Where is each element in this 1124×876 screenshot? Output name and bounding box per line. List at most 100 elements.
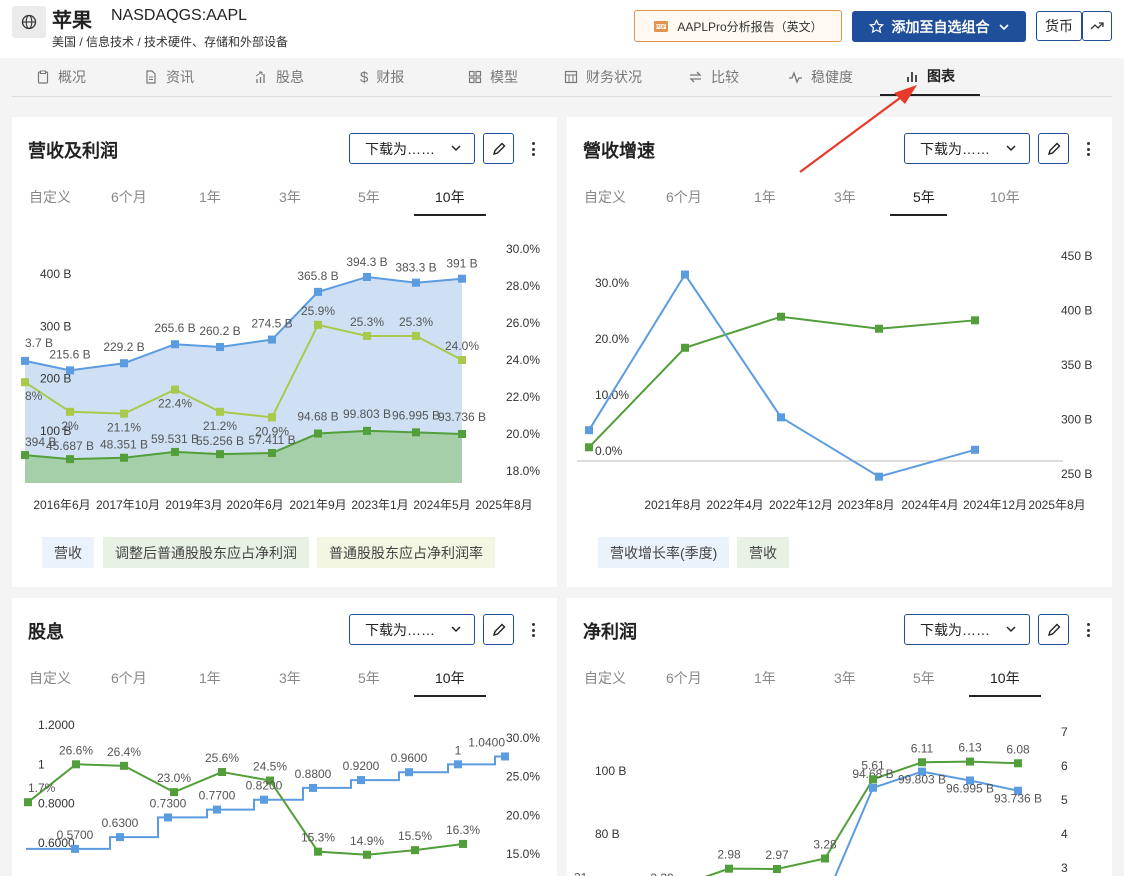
chevron-down-icon	[451, 626, 461, 633]
more-options-icon[interactable]	[527, 139, 539, 159]
report-icon: PDF	[654, 21, 669, 32]
net-income-data-label: 93.736 B	[438, 410, 486, 424]
edit-pencil-icon[interactable]	[1038, 133, 1069, 164]
legend-revenue-growth[interactable]: 营收增长率(季度)	[598, 537, 730, 568]
net-margin-data-label: 25.3%	[399, 315, 433, 329]
eps-point	[725, 864, 733, 873]
payout-ratio-data-label: 26.4%	[107, 745, 141, 759]
revenue-point	[216, 343, 224, 352]
y-right-tick-label: 300 B	[1061, 413, 1092, 427]
range-3y[interactable]: 3年	[279, 668, 301, 688]
revenue-growth-point	[875, 472, 883, 481]
range-5y[interactable]: 5年	[358, 187, 380, 207]
tab-financials[interactable]: 财务状况	[564, 58, 642, 96]
range-1y[interactable]: 1年	[199, 668, 221, 688]
revenue-profit-card: 营收及利润 下载为…… 自定义 6个月 1年 3年 5年 10年 400 B 30…	[12, 117, 557, 587]
net-income-point	[412, 428, 420, 437]
range-custom[interactable]: 自定义	[29, 668, 71, 688]
range-6m[interactable]: 6个月	[666, 668, 702, 688]
range-1y[interactable]: 1年	[754, 187, 776, 207]
dividend-data-label: 0.6300	[102, 816, 139, 830]
net-income-data-label: 57.411 B	[248, 433, 295, 447]
revenue-point	[120, 359, 128, 368]
tab-models[interactable]: 模型	[468, 58, 518, 96]
legend-revenue[interactable]: 营收	[737, 537, 789, 568]
range-10y[interactable]: 10年	[435, 187, 465, 207]
range-6m[interactable]: 6个月	[111, 668, 147, 688]
clipboard-icon	[37, 70, 49, 84]
y-left-tick-label: 0.8000	[38, 797, 75, 811]
net-margin-data-label: 25.9%	[301, 304, 335, 318]
globe-icon[interactable]	[12, 6, 46, 38]
more-options-icon[interactable]	[1082, 620, 1094, 640]
range-5y[interactable]: 5年	[913, 187, 935, 207]
legend-revenue[interactable]: 营收	[42, 537, 94, 568]
y-right-tick-label: 20.0%	[506, 427, 540, 441]
dividend-point	[116, 833, 124, 842]
edit-pencil-icon[interactable]	[1038, 614, 1069, 645]
range-custom[interactable]: 自定义	[584, 187, 626, 207]
payout-ratio-data-label: 14.9%	[350, 834, 384, 848]
annotation-arrow	[799, 85, 917, 173]
svg-text:PDF: PDF	[656, 24, 666, 30]
more-options-icon[interactable]	[527, 620, 539, 640]
range-5y[interactable]: 5年	[358, 668, 380, 688]
dividend-data-label: 0.8800	[295, 767, 332, 781]
range-3y[interactable]: 3年	[279, 187, 301, 207]
tab-overview[interactable]: 概况	[36, 58, 86, 96]
download-dropdown[interactable]: 下载为……	[349, 614, 475, 645]
download-dropdown[interactable]: 下载为……	[349, 133, 475, 164]
dollar-icon: $	[360, 68, 369, 86]
dividend-data-label: 0.9600	[391, 751, 428, 765]
revenue-data-label: 394.3 B	[346, 255, 387, 269]
download-dropdown[interactable]: 下载为……	[904, 614, 1030, 645]
net-income-data-label: 96.995 B	[392, 408, 440, 422]
range-10y[interactable]: 10年	[990, 187, 1020, 207]
pro-report-button[interactable]: PDF AAPLPro分析报告（英文）	[634, 10, 842, 42]
revenue-data-label: 383.3 B	[395, 261, 436, 275]
x-tick-label: 2024年12月	[963, 498, 1027, 512]
eps-data-label: 3.28	[813, 837, 837, 851]
range-3y[interactable]: 3年	[834, 668, 856, 688]
revenue-point	[66, 366, 74, 375]
range-6m[interactable]: 6个月	[111, 187, 147, 207]
range-custom[interactable]: 自定义	[584, 668, 626, 688]
range-1y[interactable]: 1年	[754, 668, 776, 688]
net-income-data-label: 48.351 B	[100, 438, 148, 452]
y-left-tick-label: 0.0%	[595, 444, 623, 458]
tab-dividend-label: 股息	[276, 69, 304, 85]
legend-adjusted-net-income[interactable]: 调整后普通股股东应占净利润	[103, 537, 309, 568]
payout-ratio-point	[170, 788, 178, 797]
range-5y[interactable]: 5年	[913, 668, 935, 688]
range-1y[interactable]: 1年	[199, 187, 221, 207]
more-options-icon[interactable]	[1082, 139, 1094, 159]
y-right-tick-label: 15.0%	[506, 847, 540, 861]
range-6m[interactable]: 6个月	[666, 187, 702, 207]
x-tick-label: 2020年6月	[226, 498, 283, 512]
tab-earnings[interactable]: $ 财报	[360, 58, 404, 96]
tab-dividend[interactable]: 股息	[254, 58, 304, 96]
currency-button[interactable]: 货币	[1036, 11, 1082, 41]
edit-pencil-icon[interactable]	[483, 614, 514, 645]
dividend-point	[454, 760, 462, 769]
eps-data-label: 6.13	[958, 741, 982, 755]
edit-pencil-icon[interactable]	[483, 133, 514, 164]
x-tick-label: 2024年5月	[413, 498, 470, 512]
eps-point	[1014, 759, 1022, 768]
tab-compare[interactable]: 比较	[688, 58, 739, 96]
net-income-point	[120, 453, 128, 462]
eps-point	[869, 775, 877, 784]
range-10y[interactable]: 10年	[990, 668, 1020, 688]
net-margin-point	[171, 385, 179, 394]
net-income-data-label: 93.736 B	[994, 792, 1042, 806]
legend-net-margin[interactable]: 普通股股东应占净利润率	[317, 537, 495, 568]
tab-news[interactable]: 资讯	[144, 58, 194, 96]
range-10y[interactable]: 10年	[435, 668, 465, 688]
range-3y[interactable]: 3年	[834, 187, 856, 207]
trend-icon[interactable]	[1082, 11, 1112, 41]
revenue-point	[777, 312, 785, 321]
payout-ratio-data-label: 1.7%	[28, 781, 56, 795]
add-to-watchlist-button[interactable]: 添加至自选组合	[852, 11, 1026, 42]
y-right-tick-label: 26.0%	[506, 316, 540, 330]
range-custom[interactable]: 自定义	[29, 187, 71, 207]
